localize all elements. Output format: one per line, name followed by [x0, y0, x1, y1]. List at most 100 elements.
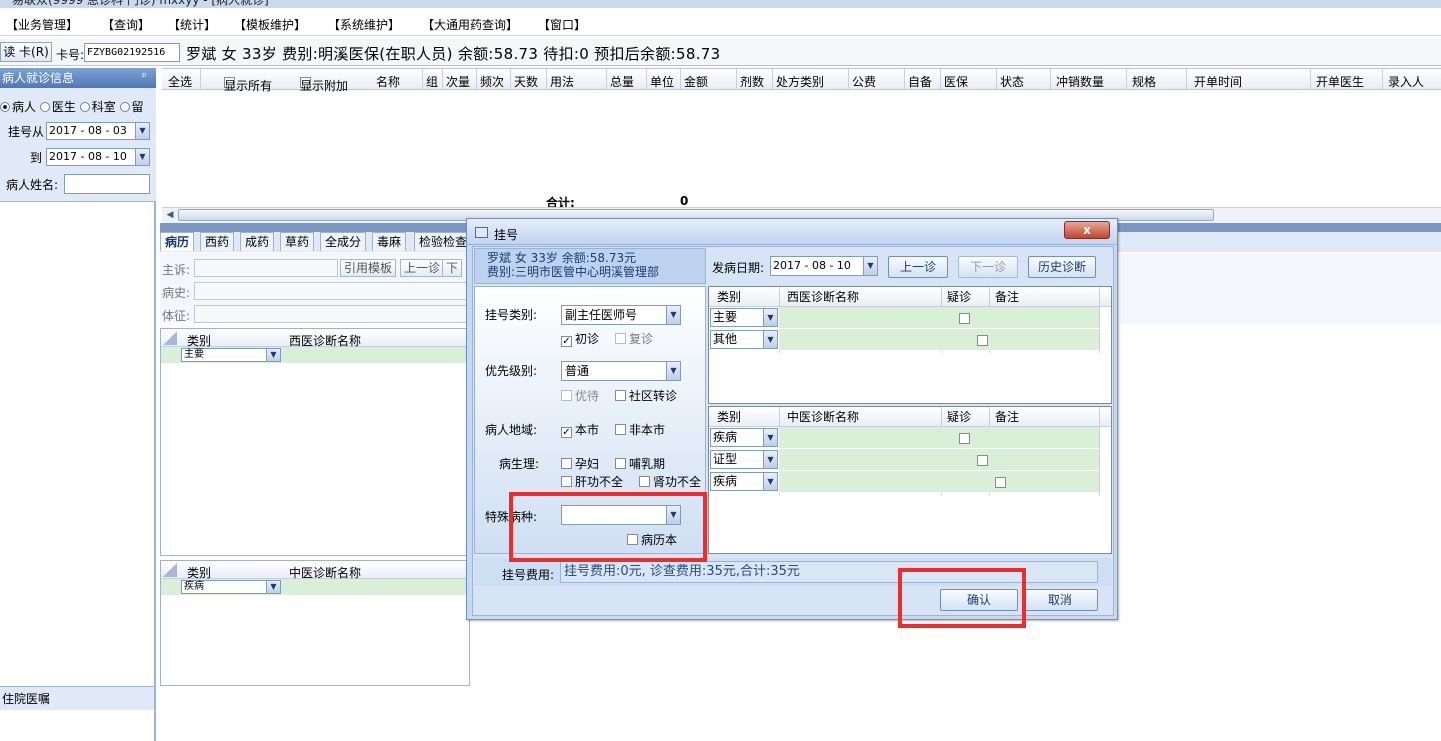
table-row[interactable]	[779, 329, 1099, 351]
col-freq[interactable]: 频次	[480, 73, 504, 90]
priority-select[interactable]: 普通 ▼	[561, 361, 681, 381]
inpatient-orders-tab[interactable]: 住院医嘱	[0, 686, 154, 710]
doubt-checkbox[interactable]	[976, 455, 988, 466]
chevron-down-icon[interactable]: ▼	[763, 451, 777, 468]
read-card-button[interactable]: 读 卡(R)	[0, 42, 52, 62]
template-button[interactable]: 引用模板	[340, 259, 397, 277]
col-group[interactable]: 组	[426, 73, 438, 90]
tcm-type-select-2[interactable]: 证型 ▼	[710, 450, 778, 469]
chevron-down-icon[interactable]: ▼	[135, 149, 149, 165]
tab-lab[interactable]: 检验检查	[414, 232, 473, 251]
tcm-type-select-1[interactable]: 疾病 ▼	[710, 428, 778, 447]
tab-record[interactable]: 病历	[160, 232, 195, 251]
liver-checkbox[interactable]: 肝功不全	[561, 473, 623, 490]
scroll-left-icon[interactable]: ◀	[164, 209, 176, 221]
col-spec[interactable]: 规格	[1132, 73, 1156, 90]
chevron-down-icon[interactable]: ▼	[763, 309, 777, 326]
table-row[interactable]	[779, 471, 1099, 493]
doubt-checkbox[interactable]	[994, 477, 1006, 488]
next-diagnosis-button[interactable]: 下一诊	[958, 256, 1018, 278]
kidney-checkbox[interactable]: 肾功不全	[639, 473, 701, 490]
radio-dept[interactable]: 科室	[79, 100, 116, 114]
radio-stay[interactable]: 留	[119, 100, 144, 114]
chevron-down-icon[interactable]: ▼	[763, 429, 777, 446]
col-unit[interactable]: 单位	[650, 73, 674, 90]
tcm-type-select-3[interactable]: 疾病 ▼	[710, 472, 778, 491]
col-name[interactable]: 名称	[376, 73, 400, 90]
pregnant-checkbox[interactable]: 孕妇	[561, 455, 599, 472]
community-checkbox[interactable]: 社区转诊	[615, 387, 677, 404]
chevron-down-icon[interactable]: ▼	[863, 257, 877, 275]
col-public[interactable]: 公费	[852, 73, 876, 90]
menu-query[interactable]: 【查询】	[102, 16, 150, 33]
chevron-down-icon[interactable]: ▼	[763, 473, 777, 490]
table-row[interactable]: 疾病 ▼	[161, 579, 469, 595]
col-writeoff[interactable]: 冲销数量	[1056, 73, 1104, 90]
menu-business[interactable]: 【业务管理】	[6, 16, 78, 33]
col-self[interactable]: 自备	[908, 73, 932, 90]
complaint-input[interactable]	[194, 259, 338, 277]
col-usage[interactable]: 用法	[550, 73, 574, 90]
first-visit-checkbox[interactable]: ✓ 初诊	[561, 330, 599, 347]
doubt-checkbox[interactable]	[976, 335, 988, 346]
history-input[interactable]	[194, 282, 470, 300]
radio-patient[interactable]: 病人	[0, 100, 36, 114]
menu-system[interactable]: 【系统维护】	[328, 16, 400, 33]
table-row[interactable]	[779, 307, 1099, 329]
col-amount[interactable]: 金额	[684, 73, 708, 90]
west-type-select-1[interactable]: 主要 ▼	[710, 308, 778, 327]
nonlocal-checkbox[interactable]: 非本市	[615, 421, 665, 438]
prev-visit-button[interactable]: 上一诊	[400, 259, 445, 277]
table-row[interactable]	[779, 427, 1099, 449]
tab-narcotic[interactable]: 毒麻	[372, 232, 407, 251]
lactation-checkbox[interactable]: 哺乳期	[615, 455, 665, 472]
tab-western[interactable]: 西药	[200, 232, 235, 251]
chevron-down-icon[interactable]: ▼	[266, 349, 280, 361]
history-diagnosis-button[interactable]: 历史诊断	[1028, 256, 1096, 278]
chevron-down-icon[interactable]: ▼	[666, 306, 680, 324]
col-days[interactable]: 天数	[514, 73, 538, 90]
preferential-checkbox[interactable]: 优待	[561, 387, 599, 404]
menu-template[interactable]: 【模板维护】	[234, 16, 306, 33]
reg-type-select[interactable]: 副主任医师号 ▼	[561, 305, 681, 325]
table-row[interactable]: 主要 ▼	[161, 347, 469, 363]
radio-doctor[interactable]: 医生	[39, 100, 76, 114]
dialog-titlebar[interactable]	[467, 219, 1117, 245]
menu-window[interactable]: 【窗口】	[538, 16, 586, 33]
west-type-select-2[interactable]: 其他 ▼	[710, 330, 778, 349]
chevron-down-icon[interactable]: ▼	[135, 123, 149, 139]
cancel-button[interactable]: 取消	[1022, 589, 1098, 611]
menu-stats[interactable]: 【统计】	[168, 16, 216, 33]
patient-name-input[interactable]	[64, 174, 150, 194]
chevron-down-icon[interactable]: ▼	[666, 362, 680, 380]
col-doses[interactable]: 剂数	[740, 73, 764, 90]
table-row[interactable]	[779, 449, 1099, 471]
col-entry[interactable]: 录入人	[1388, 73, 1424, 90]
pin-icon[interactable]: ᵖ	[142, 70, 147, 83]
type-select[interactable]: 疾病 ▼	[181, 580, 281, 594]
next-visit-button[interactable]: 下	[442, 259, 463, 277]
col-open-time[interactable]: 开单时间	[1194, 73, 1242, 90]
doubt-checkbox[interactable]	[959, 433, 970, 444]
col-doctor[interactable]: 开单医生	[1316, 73, 1364, 90]
type-select[interactable]: 主要 ▼	[181, 348, 281, 362]
to-date-picker[interactable]: 2017 - 08 - 10 ▼	[46, 148, 150, 166]
card-number-input[interactable]: FZYBG02192516	[84, 43, 180, 62]
col-insurance[interactable]: 医保	[944, 73, 968, 90]
onset-date-picker[interactable]: 2017 - 08 - 10 ▼	[770, 256, 878, 276]
col-status[interactable]: 状态	[1000, 73, 1024, 90]
from-date-picker[interactable]: 2017 - 08 - 03 ▼	[46, 122, 150, 140]
col-dose[interactable]: 次量	[446, 73, 470, 90]
tab-ingredients[interactable]: 全成分	[320, 232, 367, 251]
close-button[interactable]: x	[1064, 221, 1110, 239]
tab-patent[interactable]: 成药	[240, 232, 275, 251]
menu-drug-query[interactable]: 【大通用药查询】	[422, 16, 518, 33]
sign-input[interactable]	[194, 305, 470, 323]
prev-diagnosis-button[interactable]: 上一诊	[888, 256, 948, 278]
select-all[interactable]: 全选	[168, 73, 192, 90]
tab-herb[interactable]: 草药	[280, 232, 315, 251]
col-total[interactable]: 总量	[610, 73, 634, 90]
local-checkbox[interactable]: ✓ 本市	[561, 421, 599, 438]
return-visit-checkbox[interactable]: 复诊	[615, 330, 653, 347]
chevron-down-icon[interactable]: ▼	[266, 581, 280, 593]
